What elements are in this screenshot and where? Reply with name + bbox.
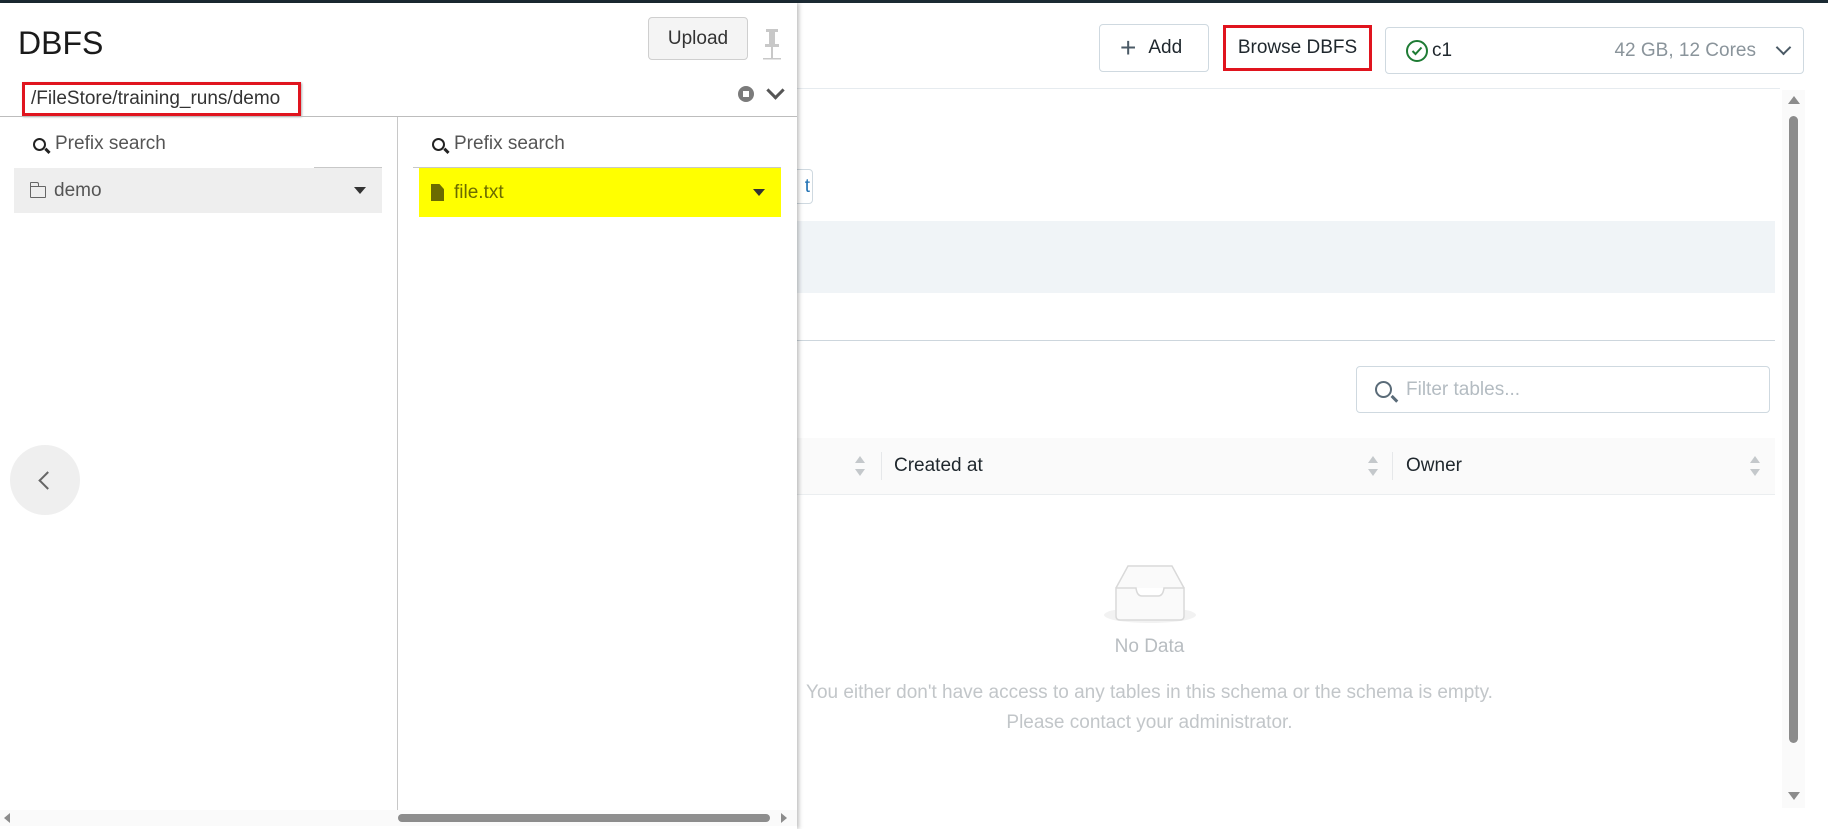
column-divider bbox=[1392, 452, 1393, 480]
prefix-search-placeholder[interactable]: Prefix search bbox=[55, 133, 166, 155]
scrollbar-thumb[interactable] bbox=[398, 814, 770, 822]
empty-state-message-line1: You either don't have access to any tabl… bbox=[806, 682, 1493, 703]
header-divider bbox=[797, 88, 1780, 89]
empty-state-title: No Data bbox=[1114, 636, 1185, 657]
search-icon bbox=[432, 137, 445, 151]
column-header-owner[interactable]: Owner bbox=[1406, 455, 1462, 477]
empty-inbox-icon bbox=[1103, 565, 1196, 623]
partially-hidden-button-label: t bbox=[804, 175, 810, 197]
file-name: file.txt bbox=[454, 181, 504, 203]
column-header-created-at[interactable]: Created at bbox=[894, 455, 983, 477]
table-header: Created at Owner bbox=[797, 438, 1775, 495]
dbfs-browser-panel: DBFS Upload /FileStore/training_runs/dem… bbox=[0, 3, 797, 829]
browse-dbfs-button[interactable]: Browse DBFS bbox=[1223, 25, 1372, 71]
folder-item[interactable]: demo bbox=[14, 168, 382, 213]
check-circle-icon bbox=[1406, 39, 1428, 62]
add-button-label: Add bbox=[1148, 37, 1183, 58]
sort-icon[interactable] bbox=[1368, 456, 1378, 476]
scroll-right-arrow-icon[interactable] bbox=[781, 813, 787, 823]
filter-tables-field[interactable] bbox=[1356, 366, 1770, 413]
caret-down-icon[interactable] bbox=[753, 189, 765, 196]
filter-tables-input[interactable] bbox=[1404, 377, 1738, 402]
chevron-down-icon[interactable] bbox=[766, 81, 785, 100]
browse-dbfs-label: Browse DBFS bbox=[1237, 37, 1358, 58]
search-icon bbox=[1375, 381, 1392, 398]
info-banner bbox=[797, 221, 1775, 293]
column-divider bbox=[881, 452, 882, 480]
cluster-name: c1 bbox=[1432, 39, 1453, 61]
file-icon bbox=[431, 184, 444, 201]
empty-state-message-line2: Please contact your administrator. bbox=[1006, 712, 1293, 733]
file-item[interactable]: file.txt bbox=[419, 168, 781, 217]
current-path-text: /FileStore/training_runs/demo bbox=[31, 88, 281, 109]
column-divider bbox=[397, 117, 398, 814]
panel-title: DBFS bbox=[18, 25, 104, 61]
scroll-up-arrow-icon[interactable] bbox=[1788, 96, 1800, 104]
sort-icon[interactable] bbox=[1750, 456, 1760, 476]
folder-icon bbox=[29, 181, 46, 198]
empty-state-message: You either don't have access to any tabl… bbox=[797, 678, 1502, 738]
empty-state: No Data You either don't have access to … bbox=[797, 560, 1502, 738]
prefix-search-placeholder[interactable]: Prefix search bbox=[454, 133, 565, 155]
caret-down-icon[interactable] bbox=[354, 187, 366, 194]
upload-button[interactable]: Upload bbox=[648, 17, 748, 60]
folder-name: demo bbox=[54, 179, 102, 201]
upload-button-label: Upload bbox=[667, 27, 729, 49]
chevron-down-icon bbox=[1775, 39, 1792, 56]
scroll-down-arrow-icon[interactable] bbox=[1788, 792, 1800, 800]
prefix-search-field[interactable]: Prefix search bbox=[432, 121, 565, 167]
vertical-scrollbar[interactable] bbox=[1782, 90, 1805, 808]
pin-icon[interactable] bbox=[762, 27, 782, 61]
stop-circle-icon[interactable] bbox=[738, 86, 754, 102]
cluster-spec: 42 GB, 12 Cores bbox=[1614, 39, 1756, 61]
section-divider bbox=[797, 340, 1775, 341]
back-button[interactable] bbox=[10, 445, 80, 515]
scroll-left-arrow-icon[interactable] bbox=[4, 813, 10, 823]
cluster-selector[interactable]: c1 42 GB, 12 Cores bbox=[1385, 27, 1804, 74]
horizontal-scrollbar[interactable] bbox=[0, 810, 797, 826]
current-path: /FileStore/training_runs/demo bbox=[22, 82, 301, 116]
scrollbar-thumb[interactable] bbox=[1789, 116, 1798, 743]
add-button[interactable]: + Add bbox=[1099, 24, 1209, 72]
sort-icon[interactable] bbox=[855, 456, 865, 476]
panel-header-divider bbox=[0, 116, 797, 117]
search-icon bbox=[33, 137, 46, 151]
plus-icon: + bbox=[1120, 32, 1137, 63]
prefix-search-field[interactable]: Prefix search bbox=[33, 121, 166, 167]
